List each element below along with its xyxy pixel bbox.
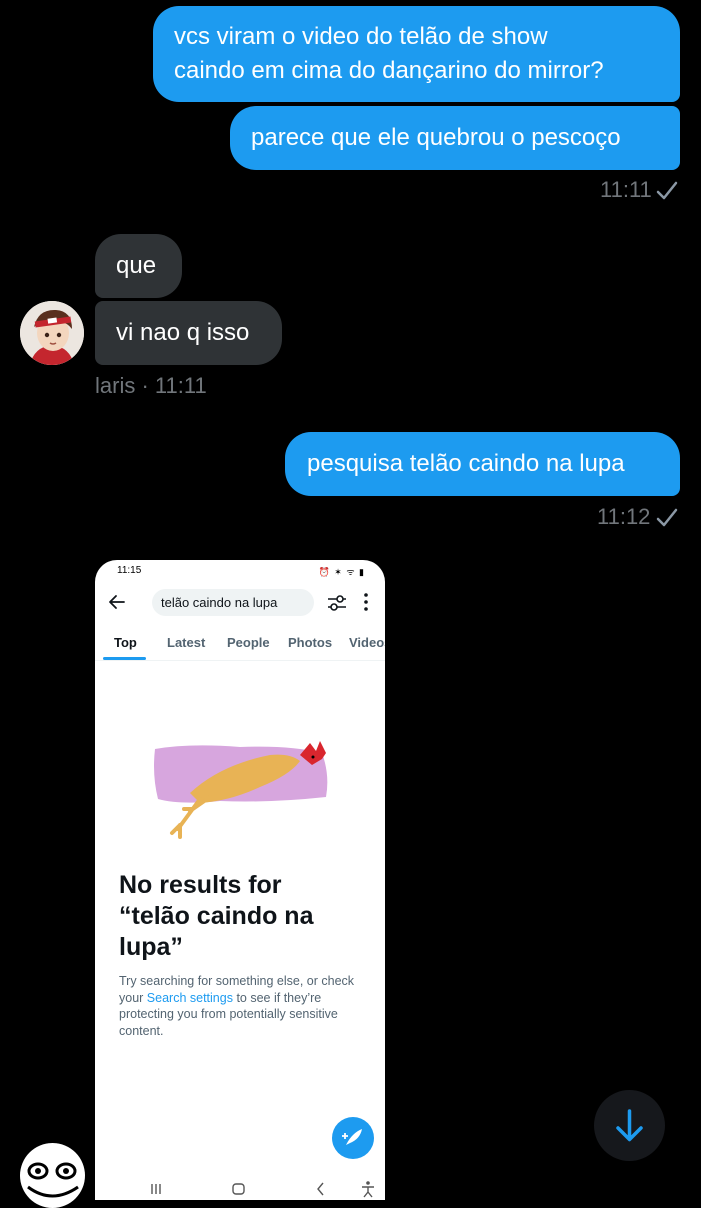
- heading-line: “telão caindo na: [119, 902, 314, 930]
- tab-photos[interactable]: Photos: [288, 635, 332, 650]
- avatar[interactable]: [20, 301, 84, 365]
- status-icons: ⏰ ✶ ᯤ ▮: [318, 567, 365, 577]
- tab-top[interactable]: Top: [114, 635, 137, 650]
- rubber-chicken-illustration: [154, 741, 328, 839]
- no-results-heading: No results for “telão caindo na lupa”: [119, 870, 359, 963]
- scroll-to-bottom-button[interactable]: [594, 1090, 665, 1161]
- check-icon: [656, 181, 678, 200]
- compose-button[interactable]: [332, 1117, 374, 1159]
- avatar[interactable]: [20, 1143, 85, 1208]
- message-bubble-incoming[interactable]: que: [95, 234, 182, 298]
- compose-icon: [342, 1129, 362, 1145]
- message-text: pesquisa telão caindo na lupa: [307, 450, 625, 477]
- phone-nav-bar: [151, 1181, 374, 1198]
- message-text: vi nao q isso: [116, 319, 250, 346]
- back-arrow-icon[interactable]: [107, 592, 127, 612]
- message-bubble-outgoing[interactable]: parece que ele quebrou o pescoço: [230, 106, 680, 170]
- tab-people[interactable]: People: [227, 635, 270, 650]
- message-timestamp: 11:11: [600, 177, 652, 202]
- active-tab-indicator: [103, 657, 146, 660]
- check-icon: [656, 508, 678, 527]
- message-text: parece que ele quebrou o pescoço: [251, 124, 621, 151]
- tab-latest[interactable]: Latest: [167, 635, 205, 650]
- message-timestamp: 11:12: [597, 504, 651, 529]
- no-results-description: Try searching for something else, or che…: [119, 973, 364, 1039]
- image-attachment[interactable]: 11:15 ⏰ ✶ ᯤ ▮ telão caindo na lupa Top L…: [95, 560, 385, 1200]
- avatar-illustration: [27, 1162, 79, 1198]
- tab-videos[interactable]: Videos: [349, 635, 385, 650]
- message-sender-timestamp: laris · 11:11: [95, 373, 207, 398]
- search-header: telão caindo na lupa: [95, 586, 385, 622]
- phone-status-bar: 11:15 ⏰ ✶ ᯤ ▮: [95, 560, 385, 582]
- avatar-illustration: [20, 301, 84, 365]
- message-bubble-outgoing[interactable]: pesquisa telão caindo na lupa: [285, 432, 680, 496]
- heading-line: lupa”: [119, 933, 183, 961]
- more-icon[interactable]: [363, 592, 369, 612]
- search-input[interactable]: telão caindo na lupa: [152, 589, 314, 616]
- message-text-line: vcs viram o video do telão de show: [174, 23, 548, 50]
- message-text: que: [116, 252, 157, 279]
- heading-line: No results for: [119, 871, 282, 899]
- status-time: 11:15: [117, 565, 142, 576]
- search-tabs: Top Latest People Photos Videos: [95, 630, 385, 661]
- message-text-line: caindo em cima do dançarino do mirror?: [174, 57, 604, 84]
- search-settings-link[interactable]: Search settings: [147, 991, 233, 1005]
- message-bubble-incoming[interactable]: vi nao q isso: [95, 301, 282, 365]
- filter-icon[interactable]: [327, 594, 347, 612]
- message-bubble-outgoing[interactable]: vcs viram o video do telão de show caind…: [153, 6, 680, 102]
- arrow-down-icon: [616, 1109, 643, 1142]
